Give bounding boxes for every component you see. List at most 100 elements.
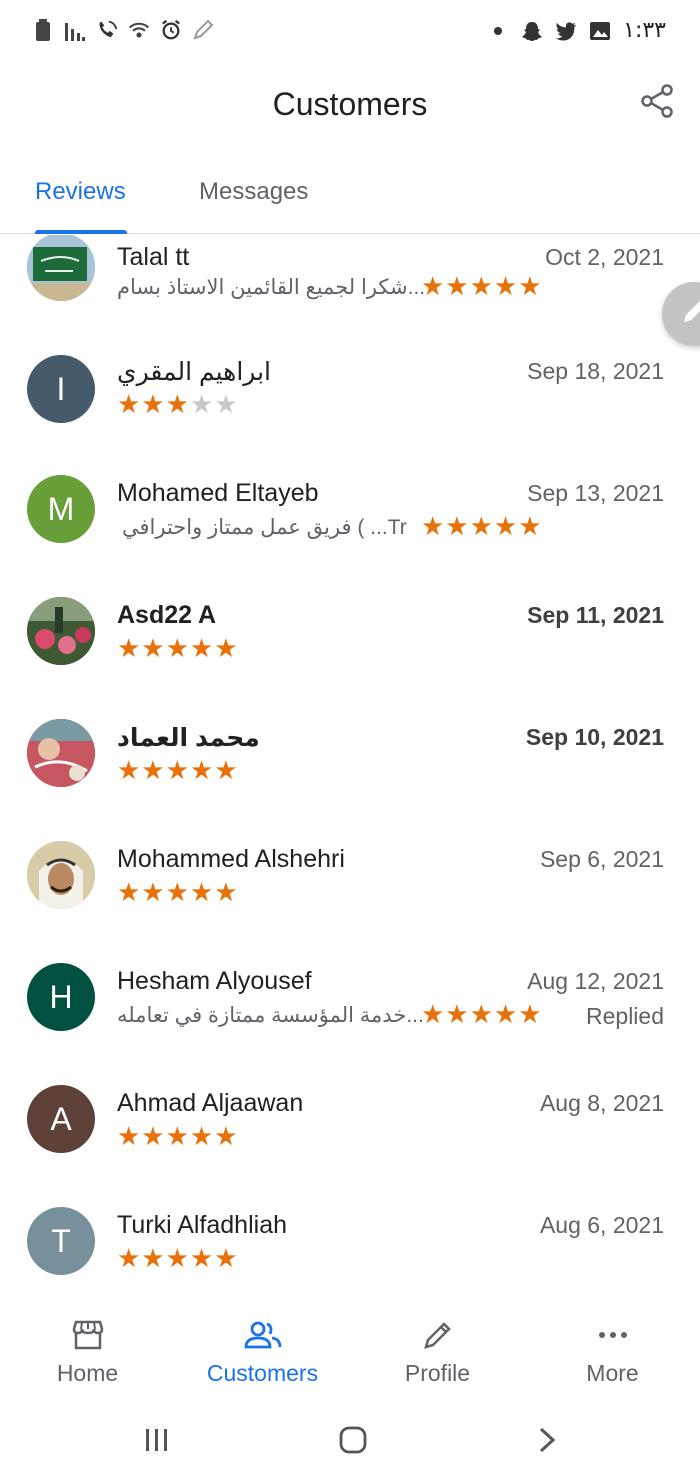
- nav-home[interactable]: Home: [0, 1316, 175, 1387]
- status-left-icons: [32, 18, 214, 42]
- nav-more[interactable]: More: [525, 1316, 700, 1387]
- star-rating: ★★★★★: [421, 271, 543, 302]
- review-snippet: فريق عمل ممتاز واحترافي ( ...Tr: [122, 516, 407, 539]
- review-snippet: خدمة المؤسسة ممتازة في تعامله...: [117, 1004, 424, 1027]
- star-rating: ★★★★★: [117, 755, 239, 786]
- star-icon: ★★★★★: [421, 999, 543, 1029]
- store-icon: [0, 1316, 175, 1354]
- star-rating: ★★★★★: [117, 1243, 239, 1274]
- reviewer-name: Ahmad Aljaawan: [117, 1089, 304, 1117]
- avatar-letter: H: [49, 978, 73, 1015]
- nav-label-home: Home: [56, 1360, 119, 1386]
- avatar-letter: A: [50, 1100, 72, 1137]
- app-header: Customers: [0, 64, 700, 150]
- status-right-icons: ١:٣٣: [487, 18, 666, 43]
- review-date: Aug 6, 2021: [539, 1212, 664, 1238]
- reviewer-name: Asd22 A: [117, 601, 217, 629]
- review-row[interactable]: M Mohamed Eltayeb Sep 13, 2021 ★★★★★ فري…: [0, 455, 700, 577]
- review-row[interactable]: محمد العماد Sep 10, 2021 ★★★★★: [0, 699, 700, 821]
- dot-icon: [487, 19, 509, 43]
- gallery-icon: [589, 19, 611, 43]
- star-icon: ★★★★★: [117, 633, 239, 663]
- pencil-icon: [679, 297, 700, 332]
- wifi-icon: [128, 18, 150, 42]
- reviewer-name: ابراهيم المقري: [117, 358, 271, 386]
- wifi-call-icon: [96, 18, 118, 42]
- avatar: H: [27, 963, 95, 1031]
- review-date: Sep 10, 2021: [525, 724, 664, 750]
- status-time: ١:٣٣: [623, 18, 666, 43]
- recents-icon[interactable]: [137, 1422, 177, 1458]
- star-rating: ★★★★★: [117, 633, 239, 664]
- avatar: [27, 841, 95, 909]
- star-rating: ★★★★★: [117, 877, 239, 908]
- signal-icon: [64, 18, 86, 42]
- reviewer-name: Turki Alfadhliah: [117, 1211, 287, 1239]
- review-date: Sep 18, 2021: [527, 358, 664, 384]
- reviewer-name: Mohammed Alshehri: [117, 845, 345, 873]
- star-icon: ★★★★★: [117, 1243, 239, 1273]
- people-icon: [175, 1316, 350, 1354]
- more-dots-icon: [525, 1316, 700, 1354]
- review-row[interactable]: T Turki Alfadhliah Aug 6, 2021 ★★★★★: [0, 1187, 700, 1295]
- nav-customers[interactable]: Customers: [175, 1316, 350, 1387]
- page-title: Customers: [272, 86, 428, 122]
- share-button[interactable]: [636, 82, 678, 124]
- star-icon: ★★★★★: [117, 755, 239, 785]
- avatar-letter: T: [51, 1222, 71, 1259]
- avatar-letter: I: [56, 370, 66, 407]
- review-row[interactable]: Mohammed Alshehri Sep 6, 2021 ★★★★★: [0, 821, 700, 943]
- avatar: M: [27, 475, 95, 543]
- back-icon[interactable]: [527, 1422, 567, 1458]
- avatar: T: [27, 1207, 95, 1275]
- system-navigation: [0, 1400, 700, 1477]
- nav-label-profile: Profile: [404, 1360, 471, 1386]
- nav-label-more: More: [586, 1360, 639, 1386]
- alarm-icon: [160, 18, 182, 42]
- review-date: Aug 8, 2021: [539, 1090, 664, 1116]
- reviewer-name: محمد العماد: [117, 724, 260, 752]
- star-icon: ★★★★★: [421, 511, 543, 541]
- review-date: Sep 13, 2021: [527, 480, 664, 506]
- home-circle-icon[interactable]: [333, 1422, 373, 1458]
- tab-active-indicator: [35, 230, 127, 234]
- star-rating: ★★★★★: [117, 389, 239, 420]
- status-bar: ١:٣٣: [0, 0, 700, 64]
- avatar: [27, 235, 95, 301]
- avatar: [27, 597, 95, 665]
- review-row[interactable]: Talal tt Oct 2, 2021 ★★★★★ شكرا لجميع ال…: [0, 235, 700, 333]
- tab-messages[interactable]: Messages: [199, 178, 308, 206]
- review-row[interactable]: A Ahmad Aljaawan Aug 8, 2021 ★★★★★: [0, 1065, 700, 1187]
- star-rating: ★★★★★: [421, 511, 543, 542]
- nav-profile[interactable]: Profile: [350, 1316, 525, 1387]
- avatar: [27, 719, 95, 787]
- bottom-navigation: Home Customers Profile More: [0, 1300, 700, 1400]
- pencil-icon: [350, 1316, 525, 1354]
- share-icon: [639, 83, 675, 124]
- tab-reviews[interactable]: Reviews: [35, 178, 126, 206]
- star-icon: ★★★★★: [117, 877, 239, 907]
- tab-bar: Reviews Messages: [0, 160, 700, 234]
- star-rating: ★★★★★: [421, 999, 543, 1030]
- star-rating: ★★★★★: [117, 1121, 239, 1152]
- star-icon: ★★★★★: [421, 271, 543, 301]
- review-row[interactable]: I ابراهيم المقري Sep 18, 2021 ★★★★★: [0, 333, 700, 455]
- reviewer-name: Talal tt: [117, 243, 190, 271]
- review-list: Talal tt Oct 2, 2021 ★★★★★ شكرا لجميع ال…: [0, 235, 700, 1295]
- review-row[interactable]: Asd22 A Sep 11, 2021 ★★★★★: [0, 577, 700, 699]
- review-date: Aug 12, 2021: [527, 968, 664, 994]
- review-date: Oct 2, 2021: [545, 244, 664, 270]
- star-icon: ★★★★★: [117, 1121, 239, 1151]
- twitter-icon: [555, 19, 577, 43]
- battery-icon: [32, 18, 54, 42]
- snapchat-icon: [521, 19, 543, 43]
- avatar: A: [27, 1085, 95, 1153]
- star-empty-icon: ★★: [189, 389, 239, 419]
- review-date: Sep 11, 2021: [527, 602, 664, 628]
- replied-label: Replied: [586, 1003, 664, 1029]
- star-icon: ★★★: [117, 389, 190, 419]
- reviewer-name: Hesham Alyousef: [117, 967, 312, 995]
- reviewer-name: Mohamed Eltayeb: [117, 479, 319, 507]
- review-row[interactable]: H Hesham Alyousef Aug 12, 2021 ★★★★★ خدم…: [0, 943, 700, 1065]
- review-snippet: شكرا لجميع القائمين الاستاذ بسام...: [117, 276, 426, 299]
